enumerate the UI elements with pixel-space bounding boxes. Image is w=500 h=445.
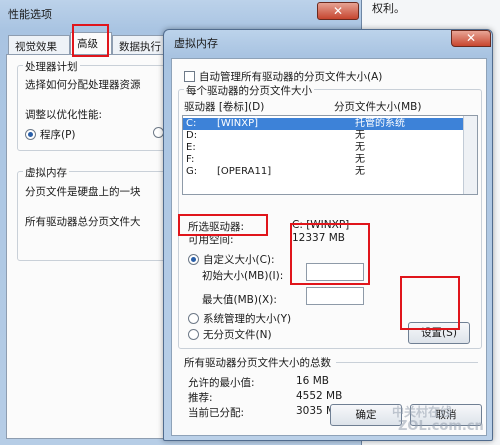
drive-row[interactable]: D: 无 bbox=[183, 130, 477, 142]
current-label: 当前已分配: bbox=[188, 407, 245, 419]
no-paging-label: 无分页文件(N) bbox=[203, 329, 272, 341]
drive-size: 无 bbox=[355, 166, 365, 177]
window-title: 性能选项 bbox=[8, 8, 52, 21]
checkbox-icon bbox=[184, 71, 195, 82]
close-icon: ✕ bbox=[332, 4, 344, 18]
radio-icon bbox=[188, 329, 199, 340]
recommended-label: 推荐: bbox=[188, 392, 213, 404]
drive-row[interactable]: E: 无 bbox=[183, 142, 477, 154]
max-size-input[interactable] bbox=[306, 287, 364, 305]
processor-group-label: 处理器计划 bbox=[23, 59, 80, 74]
free-space-label: 可用空间: bbox=[188, 234, 234, 246]
drive-letter: D: bbox=[186, 130, 198, 141]
drive-row[interactable]: C: [WINXP] 托管的系统 bbox=[183, 118, 477, 130]
drive-letter: F: bbox=[186, 154, 195, 165]
initial-size-input[interactable] bbox=[306, 263, 364, 281]
dialog-close-button[interactable]: ✕ bbox=[451, 30, 491, 47]
watermark-url: ZOL.com.cn bbox=[398, 419, 484, 434]
watermark-text: 中关村在线 bbox=[392, 405, 453, 419]
auto-manage-checkbox[interactable]: 自动管理所有驱动器的分页文件大小(A) bbox=[184, 69, 382, 84]
drive-letter: C: bbox=[186, 118, 197, 129]
dialog-title: 虚拟内存 bbox=[174, 37, 218, 50]
drive-list[interactable]: C: [WINXP] 托管的系统 D: 无 E: 无 F: 无 G: [OPER… bbox=[182, 115, 478, 195]
drive-size: 无 bbox=[355, 154, 365, 165]
free-space-value: 12337 MB bbox=[292, 232, 346, 244]
close-icon: ✕ bbox=[465, 31, 477, 45]
max-size-label: 最大值(MB)(X): bbox=[202, 294, 277, 306]
dialog-body: 自动管理所有驱动器的分页文件大小(A) 每个驱动器的分页文件大小 驱动器 [卷标… bbox=[171, 58, 487, 436]
no-paging-radio[interactable]: 无分页文件(N) bbox=[188, 327, 272, 342]
radio-icon bbox=[188, 313, 199, 324]
system-managed-radio[interactable]: 系统管理的大小(Y) bbox=[188, 311, 291, 326]
per-drive-label: 每个驱动器的分页文件大小 bbox=[184, 83, 314, 98]
vm-desc-line1: 分页文件是硬盘上的一块 bbox=[25, 186, 141, 198]
drive-label: [OPERA11] bbox=[217, 166, 272, 177]
radio-icon bbox=[25, 129, 36, 140]
drive-row[interactable]: G: [OPERA11] 无 bbox=[183, 166, 477, 178]
divider bbox=[336, 362, 478, 363]
set-button[interactable]: 设置(S) bbox=[408, 322, 470, 344]
size-column-header: 分页文件大小(MB) bbox=[334, 101, 422, 113]
optimize-label: 调整以优化性能: bbox=[25, 109, 103, 121]
close-button[interactable]: ✕ bbox=[317, 2, 359, 20]
drive-column-header: 驱动器 [卷标](D) bbox=[184, 101, 265, 113]
drive-row[interactable]: F: 无 bbox=[183, 154, 477, 166]
programs-radio[interactable]: 程序(P) bbox=[25, 127, 76, 142]
drive-size: 无 bbox=[355, 142, 365, 153]
tab-visual-effects[interactable]: 视觉效果 bbox=[8, 35, 70, 54]
virtual-memory-group-label: 虚拟内存 bbox=[23, 165, 69, 180]
virtual-memory-dialog: 虚拟内存 ✕ 自动管理所有驱动器的分页文件大小(A) 每个驱动器的分页文件大小 … bbox=[163, 29, 493, 441]
custom-size-radio[interactable]: 自定义大小(C): bbox=[188, 252, 275, 267]
drive-size: 托管的系统 bbox=[355, 118, 405, 129]
auto-manage-label: 自动管理所有驱动器的分页文件大小(A) bbox=[199, 71, 383, 83]
initial-size-label: 初始大小(MB)(I): bbox=[202, 270, 284, 282]
selected-drive-value: C: [WINXP] bbox=[292, 219, 350, 231]
radio-icon bbox=[188, 254, 199, 265]
background-text: 权利。 bbox=[372, 2, 405, 15]
min-allowed-value: 16 MB bbox=[296, 375, 329, 387]
vm-desc-line2: 所有驱动器总分页文件大 bbox=[25, 216, 141, 228]
drive-letter: E: bbox=[186, 142, 196, 153]
system-managed-label: 系统管理的大小(Y) bbox=[203, 313, 292, 325]
recommended-value: 4552 MB bbox=[296, 390, 343, 402]
tab-data-execution[interactable]: 数据执行 bbox=[112, 35, 170, 54]
drive-size: 无 bbox=[355, 130, 365, 141]
total-group-label: 所有驱动器分页文件大小的总数 bbox=[184, 357, 331, 369]
custom-size-label: 自定义大小(C): bbox=[203, 254, 275, 266]
tab-advanced[interactable]: 高级 bbox=[70, 32, 112, 54]
drive-list-scrollbar[interactable] bbox=[463, 116, 477, 194]
programs-radio-label: 程序(P) bbox=[40, 129, 76, 141]
drive-label: [WINXP] bbox=[217, 118, 259, 129]
min-allowed-label: 允许的最小值: bbox=[188, 377, 255, 389]
processor-desc: 选择如何分配处理器资源 bbox=[25, 79, 141, 91]
drive-letter: G: bbox=[186, 166, 198, 177]
